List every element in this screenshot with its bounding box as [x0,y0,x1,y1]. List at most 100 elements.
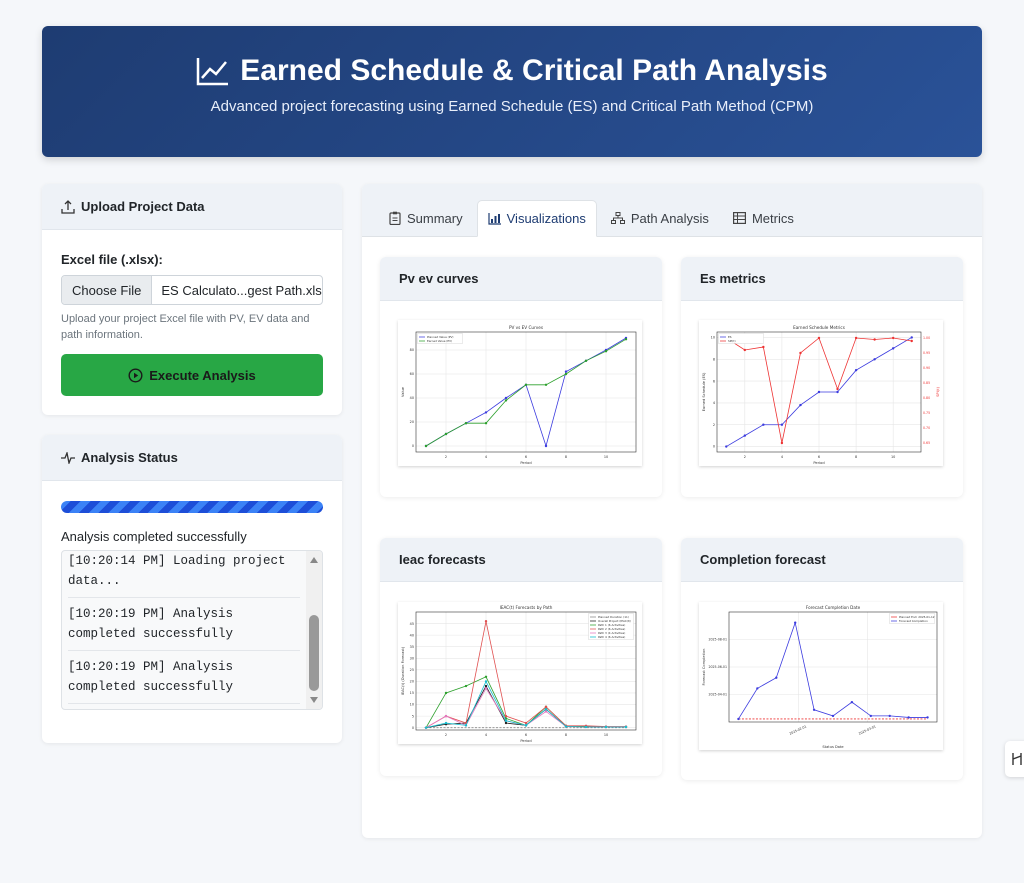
page-title: Earned Schedule & Critical Path Analysis [42,54,982,88]
side-widget-tab[interactable] [1005,741,1024,777]
tab-path-analysis[interactable]: Path Analysis [601,200,719,236]
data-point [780,423,784,426]
execute-analysis-button[interactable]: Execute Analysis [61,354,323,396]
y-tick-label: 2025-08-01 [708,638,727,642]
data-point [799,351,802,355]
table-icon [732,212,746,224]
data-point [907,716,910,719]
line-chart-icon [197,58,229,86]
data-point [504,396,508,400]
y-tick-label: 2025-06-01 [708,665,727,669]
file-label: Excel file (.xlsx): [61,252,163,267]
data-point [564,725,568,728]
log-scrollbar[interactable] [306,551,322,709]
y2-tick-label: 1.00 [923,336,930,340]
data-point [817,336,821,340]
x-tick-label: 8 [855,455,857,459]
es-metrics-chart: 2 4 6 8 10 0 2 4 6 8 10 0.65 0.70 0.75 0.80 0.85 0.90 0.9… [699,320,943,466]
y-axis-label: Earned Schedule (ES) [702,372,706,411]
y-tick-label: 5 [412,714,414,718]
y-tick-label: 0 [412,726,414,730]
y2-tick-label: 0.80 [923,396,930,400]
choose-file-button[interactable]: Choose File [62,276,153,304]
data-point [854,368,858,372]
file-input[interactable]: Choose File ES Calculato...gest Path.xls… [61,275,323,305]
card-header: Completion forecast [681,538,963,582]
data-point [910,339,913,343]
data-point [504,719,508,722]
y-tick-label: 30 [410,656,414,660]
data-point [584,725,588,729]
y-tick-label: 45 [410,622,414,626]
data-point [836,390,839,394]
data-point [725,445,728,448]
y-tick-label: 20 [410,420,414,424]
y-axis-label: Forecast Completion [702,649,706,686]
completion-card: Completion forecast 2025-04-01 2025-06-01… [681,538,963,780]
data-point [444,721,448,725]
data-point [544,383,548,386]
x-tick-label: 2 [744,455,746,459]
file-name: ES Calculato...gest Path.xlsx [161,282,322,298]
data-point [464,684,468,688]
data-point [544,707,548,711]
y-tick-label: 80 [410,348,414,352]
y-tick-label: 15 [410,691,414,695]
status-message: Analysis completed successfully [61,529,247,544]
y-tick-label: 20 [410,680,414,684]
card-header: Es metrics [681,257,963,301]
tab-metrics[interactable]: Metrics [723,200,804,236]
y2-tick-label: 0.70 [923,426,930,430]
x-tick-label: 8 [565,733,567,737]
scroll-down-icon[interactable] [310,697,318,703]
upload-card-title: Upload Project Data [81,199,205,214]
data-point [836,387,839,391]
x-tick-label: 10 [891,455,895,459]
data-point [869,714,873,718]
data-point [910,336,913,339]
analysis-status-card: Analysis Status Analysis completed succe… [42,435,342,743]
scroll-up-icon[interactable] [310,557,318,563]
upload-icon [61,199,75,214]
data-point [484,675,488,678]
chart-title: Forecast Completion Date [806,605,861,610]
bar-chart-icon [488,212,501,225]
x-tick-label: 2 [445,733,447,737]
card-header: Pv ev curves [380,257,662,301]
tab-label: Path Analysis [630,210,709,226]
status-log[interactable]: [10:20:14 PM] Loading project data... [1… [61,550,323,710]
x-tick-label: 4 [485,455,487,459]
results-tabs: Summary Visualizations Path Analysis Met… [362,184,982,237]
x-tick-label: 10 [604,455,608,459]
scroll-thumb[interactable] [309,615,319,691]
y-tick-label: 35 [410,645,414,649]
tab-label: Metrics [751,210,794,226]
clipboard-icon [389,211,401,225]
y-tick-label: 8 [713,357,715,361]
chart-title: Earned Schedule Metrics [793,325,845,330]
data-point [891,347,895,350]
es-metrics-card: Es metrics 2 4 6 8 10 0 2 4 6 8 10 0.65 0.70 0.75 0.80… [681,257,963,497]
data-point [484,411,488,414]
chart-title: IEAC(t) Forecasts by Path [500,605,553,610]
tab-visualizations[interactable]: Visualizations [476,200,597,237]
y2-axis-label: SPI(t) [936,387,940,397]
tab-summary[interactable]: Summary [379,200,473,236]
tab-label: Summary [407,210,463,226]
data-point [762,345,765,349]
data-point [464,422,468,425]
data-point [464,724,468,727]
x-axis-label: Period [520,461,531,465]
data-point [484,422,488,425]
execute-analysis-label: Execute Analysis [149,367,256,383]
data-point [584,359,588,362]
y-tick-label: 40 [410,633,414,637]
log-entry: [10:20:19 PM] Analysis completed success… [68,651,300,704]
completion-chart: 2025-04-01 2025-06-01 2025-08-01 2025-02-01… [699,602,943,750]
h-icon [1012,753,1022,765]
data-point [780,441,784,445]
data-point [444,691,448,695]
data-point [504,714,508,718]
y-tick-label: 6 [713,379,715,383]
data-point [524,721,528,725]
